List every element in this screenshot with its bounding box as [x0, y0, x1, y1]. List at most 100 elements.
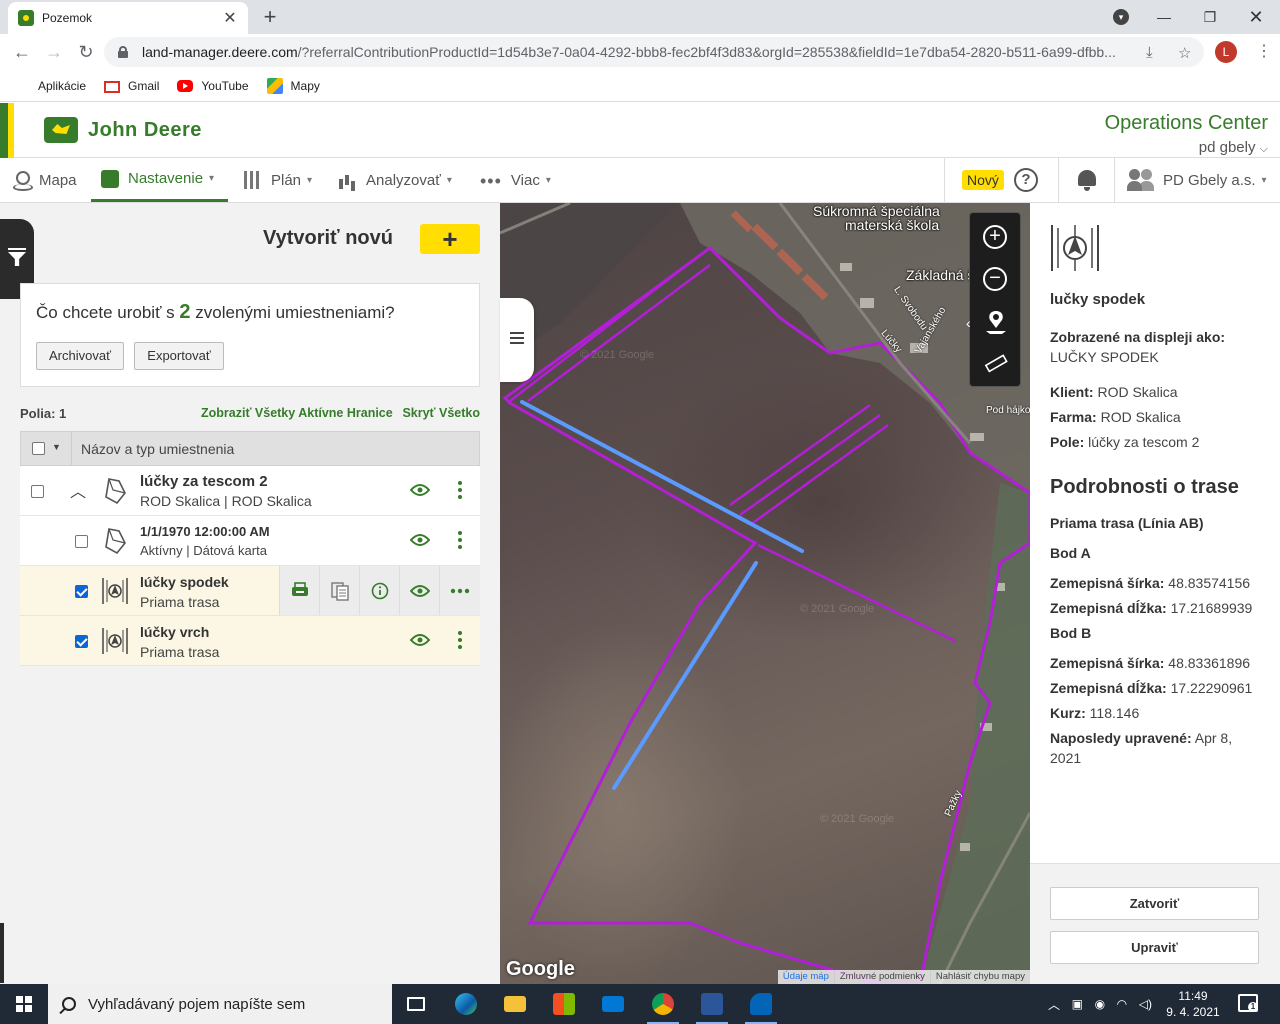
bookmark-gmail[interactable]: Gmail	[104, 79, 159, 93]
list-item[interactable]: lúčky spodek Priama trasa	[20, 566, 480, 616]
taskbar-clock[interactable]: 11:49 9. 4. 2021	[1160, 988, 1226, 1020]
nav-mapa[interactable]: Mapa	[12, 158, 77, 202]
list-item[interactable]: lúčky vrch Priama trasa	[20, 616, 480, 666]
org-selector[interactable]: pd gbely ⌵	[1199, 139, 1268, 156]
archive-button[interactable]: Archivovať	[36, 342, 124, 370]
outlook-icon[interactable]	[745, 988, 777, 1024]
chevron-up-icon[interactable]: ︿	[70, 478, 86, 502]
map-view[interactable]: © 2021 Google © 2021 Google © 2021 Googl…	[500, 203, 1030, 984]
more-actions-button[interactable]	[439, 566, 479, 615]
edge-icon[interactable]	[450, 988, 482, 1020]
store-icon[interactable]	[548, 988, 580, 1020]
nav-viac[interactable]: ••• Viac ▾	[480, 158, 551, 202]
back-arrow-icon[interactable]: ←	[10, 40, 34, 64]
chevron-down-icon[interactable]: ▼	[52, 442, 61, 452]
volume-icon[interactable]: ◁)	[1139, 997, 1152, 1011]
browser-toolbar: ← → ↻ land-manager.deere.com/?referralCo…	[0, 34, 1280, 70]
row-checkbox[interactable]	[31, 485, 44, 498]
bookmark-maps[interactable]: Mapy	[266, 77, 320, 94]
reload-icon[interactable]: ↻	[74, 40, 98, 64]
new-tab-button[interactable]: +	[258, 5, 282, 29]
bookmark-star-icon[interactable]: ☆	[1178, 44, 1191, 62]
product-title: Operations Center	[1104, 112, 1268, 134]
new-badge[interactable]: Nový	[962, 170, 1004, 190]
wifi-icon[interactable]: ◠	[1117, 997, 1127, 1011]
start-button[interactable]	[0, 984, 48, 1024]
mail-icon[interactable]	[597, 988, 629, 1020]
terms-link[interactable]: Zmluvné podmienky	[833, 970, 930, 984]
zoom-out-icon[interactable]: −	[983, 267, 1007, 291]
nav-nastavenie[interactable]: Nastavenie ▾	[91, 158, 228, 202]
report-error-link[interactable]: Nahlásiť chybu mapy	[929, 970, 1030, 984]
list-item[interactable]: ︿ lúčky za tescom 2 ROD Skalica | ROD Sk…	[20, 466, 480, 516]
row-checkbox[interactable]	[75, 635, 88, 648]
detail-label: Klient:	[1050, 384, 1094, 400]
tab-search-icon[interactable]: ▾	[1113, 9, 1129, 25]
edge-tray-icon[interactable]: ◉	[1095, 997, 1105, 1011]
filter-icon-line	[8, 248, 26, 250]
address-bar[interactable]: land-manager.deere.com/?referralContribu…	[104, 37, 1204, 67]
show-all-boundaries-link[interactable]: Zobraziť Všetky Aktívne Hranice	[201, 406, 393, 420]
taskbar-search[interactable]: Vyhľadávaný pojem napíšte sem	[48, 984, 392, 1024]
row-subtitle: Priama trasa	[140, 644, 220, 660]
row-checkbox[interactable]	[75, 535, 88, 548]
row-menu-icon[interactable]	[458, 531, 462, 551]
hide-all-link[interactable]: Skryť Všetko	[402, 406, 480, 420]
info-button[interactable]	[359, 566, 399, 615]
my-location-icon[interactable]	[984, 309, 1008, 335]
nav-analyzovat[interactable]: Analyzovať ▾	[339, 158, 452, 202]
nav-org-menu[interactable]: PD Gbely a.s. ▾	[1114, 158, 1280, 202]
row-checkbox[interactable]	[75, 585, 88, 598]
chrome-icon[interactable]	[647, 988, 679, 1024]
browser-tab[interactable]: Pozemok ✕	[8, 2, 248, 34]
browser-menu-icon[interactable]: ⋮	[1256, 41, 1272, 61]
install-icon[interactable]: ⤓	[1146, 44, 1153, 61]
bookmark-youtube[interactable]: YouTube	[177, 79, 249, 93]
browser-tabbar: Pozemok ✕ + ▾ — ❐ ✕	[0, 0, 1280, 34]
restore-button[interactable]: ❐	[1187, 0, 1233, 34]
notifications-icon[interactable]	[1238, 994, 1258, 1012]
task-view-icon[interactable]	[400, 988, 432, 1020]
profile-avatar[interactable]: L	[1215, 41, 1237, 63]
zoom-in-icon[interactable]: +	[983, 225, 1007, 249]
legend-toggle[interactable]	[500, 298, 534, 382]
nav-label: Analyzovať	[366, 171, 441, 189]
chevron-up-icon[interactable]: ︿	[1048, 996, 1060, 1013]
measure-ruler-icon[interactable]	[984, 353, 1008, 373]
point-b-lon: Zemepisná dĺžka: 17.22290961	[1050, 678, 1252, 698]
create-new-button[interactable]: +	[420, 224, 480, 254]
nav-plan[interactable]: Plán ▾	[244, 158, 312, 202]
edit-button[interactable]: Upraviť	[1050, 931, 1259, 964]
close-window-button[interactable]: ✕	[1233, 0, 1279, 34]
app-header: John Deere Operations Center pd gbely ⌵	[0, 103, 1280, 158]
file-explorer-icon[interactable]	[499, 988, 531, 1020]
chevron-left-icon[interactable]: ‹	[966, 315, 971, 331]
details-panel: lučky spodek Zobrazené na displeji ako: …	[1030, 203, 1280, 984]
visibility-eye-icon[interactable]	[410, 633, 430, 647]
network-device-icon[interactable]: ▣	[1072, 997, 1083, 1011]
forward-arrow-icon[interactable]: →	[42, 40, 66, 64]
visibility-eye-icon[interactable]	[410, 483, 430, 497]
bell-icon[interactable]	[1076, 169, 1098, 191]
export-button[interactable]: Exportovať	[134, 342, 224, 370]
send-to-display-button[interactable]	[279, 566, 319, 615]
word-icon[interactable]	[696, 988, 728, 1024]
close-button[interactable]: Zatvoriť	[1050, 887, 1259, 920]
guidance-track-icon	[100, 576, 130, 606]
printer-icon	[292, 582, 308, 596]
john-deere-logo[interactable]: John Deere	[44, 117, 202, 143]
list-item[interactable]: 1/1/1970 12:00:00 AM Aktívny | Dátová ka…	[20, 516, 480, 566]
select-all-checkbox[interactable]	[32, 442, 45, 455]
row-title: lúčky vrch	[140, 624, 210, 640]
map-data-link[interactable]: Údaje máp	[778, 970, 834, 984]
visibility-eye-icon[interactable]	[410, 533, 430, 547]
close-tab-icon[interactable]: ✕	[222, 8, 238, 28]
bookmark-apps[interactable]: Aplikácie	[14, 78, 86, 94]
row-menu-icon[interactable]	[458, 631, 462, 651]
field-boundary-icon	[104, 477, 126, 505]
copy-button[interactable]	[319, 566, 359, 615]
visibility-toggle[interactable]	[399, 566, 439, 615]
minimize-button[interactable]: —	[1141, 0, 1187, 34]
help-icon[interactable]: ?	[1013, 168, 1038, 192]
row-menu-icon[interactable]	[458, 481, 462, 501]
